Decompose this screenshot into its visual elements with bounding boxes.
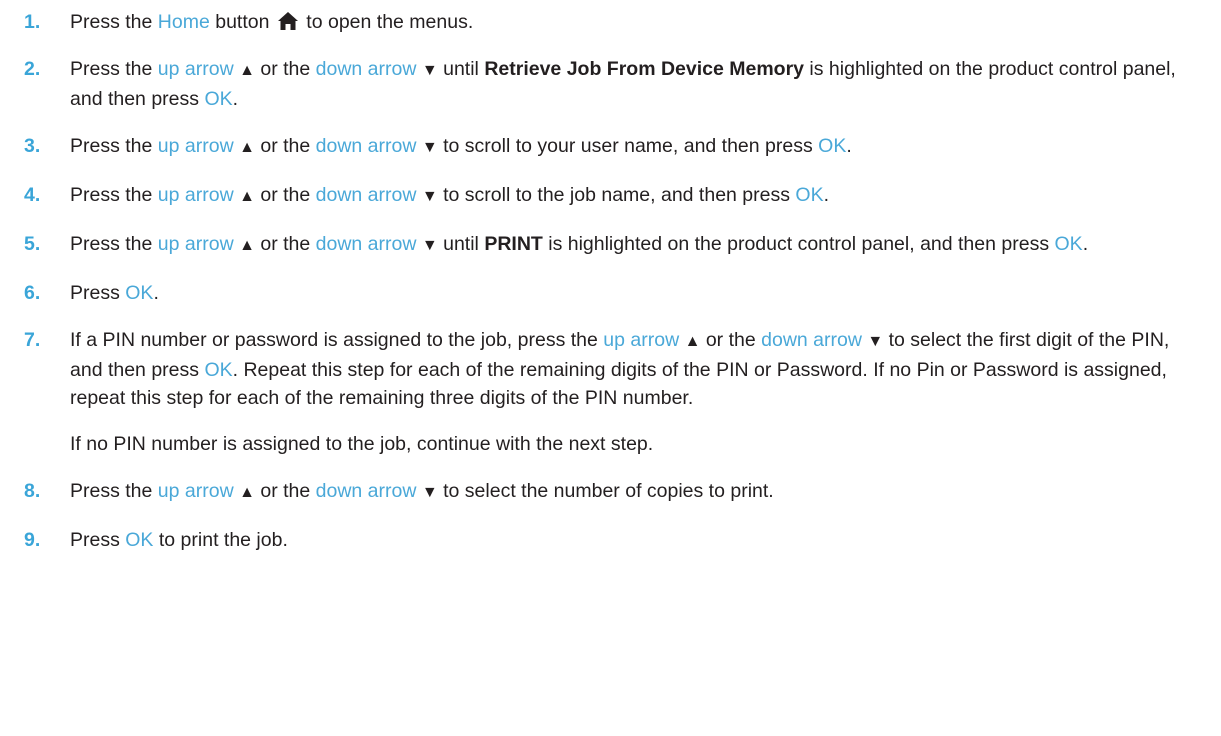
ok-button-link: OK (125, 282, 154, 304)
home-button-link: Home (157, 11, 210, 33)
up-arrow-link: up arrow (157, 58, 234, 80)
step-text: . (823, 184, 830, 206)
step-number: 9. (24, 529, 41, 551)
step-number: 8. (24, 480, 41, 502)
down-arrow-icon: ▼ (421, 484, 438, 501)
ok-button-link: OK (125, 529, 154, 551)
step-text: to select the number of copies to print. (437, 480, 774, 502)
step-text: If a PIN number or password is assigned … (70, 329, 604, 351)
down-arrow-icon: ▼ (867, 333, 884, 350)
step-text: Press the (70, 480, 158, 502)
step-text: button (209, 11, 275, 33)
up-arrow-icon: ▲ (239, 484, 255, 501)
step-text: to open the menus. (300, 11, 474, 33)
down-arrow-link: down arrow (315, 480, 417, 502)
step-text: or the (254, 233, 316, 255)
step-text: or the (254, 58, 316, 80)
step-text: or the (700, 329, 762, 351)
ok-button-link: OK (204, 88, 233, 110)
step-text: Press (70, 529, 126, 551)
step-text: to scroll to the job name, and then pres… (437, 184, 796, 206)
down-arrow-icon: ▼ (421, 188, 438, 205)
step-text: Press (70, 282, 126, 304)
step-text: . (1082, 233, 1089, 255)
down-arrow-link: down arrow (315, 58, 417, 80)
step-number: 7. (24, 329, 41, 351)
step-note: If no PIN number is assigned to the job,… (70, 433, 654, 455)
step-number: 6. (24, 282, 41, 304)
ok-button-link: OK (204, 359, 233, 381)
step-text: until (437, 233, 485, 255)
ok-button-link: OK (1054, 233, 1083, 255)
down-arrow-link: down arrow (315, 135, 417, 157)
step-2: 2. Press the up arrow ▲ or the down arrow… (24, 55, 1204, 113)
step-number: 5. (24, 233, 41, 255)
down-arrow-link: down arrow (761, 329, 862, 351)
step-text: Press the (70, 135, 158, 157)
step-text: Press the (70, 233, 158, 255)
up-arrow-icon: ▲ (239, 139, 255, 156)
down-arrow-icon: ▼ (421, 139, 438, 156)
step-text: or the (254, 184, 316, 206)
step-number: 3. (24, 135, 41, 157)
step-9: 9. Press OK to print the job. (24, 526, 1204, 554)
step-text: . (232, 88, 239, 110)
step-text: . (846, 135, 852, 157)
ok-button-link: OK (795, 184, 824, 206)
menu-item-name: PRINT (484, 233, 543, 255)
step-text: . (153, 282, 159, 304)
step-text: Press the (70, 11, 158, 33)
up-arrow-link: up arrow (157, 480, 234, 502)
up-arrow-link: up arrow (157, 135, 234, 157)
step-3: 3. Press the up arrow ▲ or the down arrow… (24, 132, 1204, 162)
home-icon (277, 11, 299, 31)
step-6: 6. Press OK. (24, 279, 1204, 307)
step-7: 7. If a PIN number or password is assigne… (24, 326, 1204, 458)
step-number: 1. (24, 11, 41, 33)
step-text: to print the job. (153, 529, 288, 551)
step-5: 5. Press the up arrow ▲ or the down arrow… (24, 230, 1204, 260)
up-arrow-link: up arrow (157, 233, 234, 255)
step-text: to scroll to your user name, and then pr… (437, 135, 819, 157)
step-text: . Repeat this step for each of the remai… (70, 359, 1167, 409)
step-number: 4. (24, 184, 41, 206)
step-text: or the (254, 135, 316, 157)
up-arrow-link: up arrow (157, 184, 234, 206)
up-arrow-link: up arrow (603, 329, 680, 351)
step-text: Press the (70, 184, 158, 206)
step-4: 4. Press the up arrow ▲ or the down arrow… (24, 181, 1204, 211)
up-arrow-icon: ▲ (239, 62, 255, 79)
down-arrow-icon: ▼ (421, 237, 438, 254)
up-arrow-icon: ▲ (239, 237, 255, 254)
down-arrow-icon: ▼ (421, 62, 438, 79)
step-text: is highlighted on the product control pa… (542, 233, 1055, 255)
menu-item-name: Retrieve Job From Device Memory (484, 58, 805, 80)
up-arrow-icon: ▲ (684, 333, 701, 350)
instruction-steps: 1. Press the Home button to open the menu… (24, 8, 1204, 573)
step-1: 1. Press the Home button to open the menu… (24, 8, 1204, 36)
down-arrow-link: down arrow (315, 233, 417, 255)
up-arrow-icon: ▲ (239, 188, 255, 205)
step-8: 8. Press the up arrow ▲ or the down arrow… (24, 477, 1204, 507)
down-arrow-link: down arrow (315, 184, 417, 206)
step-text: Press the (70, 58, 158, 80)
ok-button-link: OK (818, 135, 847, 157)
step-text: until (437, 58, 485, 80)
step-text: or the (254, 480, 316, 502)
step-number: 2. (24, 58, 41, 80)
